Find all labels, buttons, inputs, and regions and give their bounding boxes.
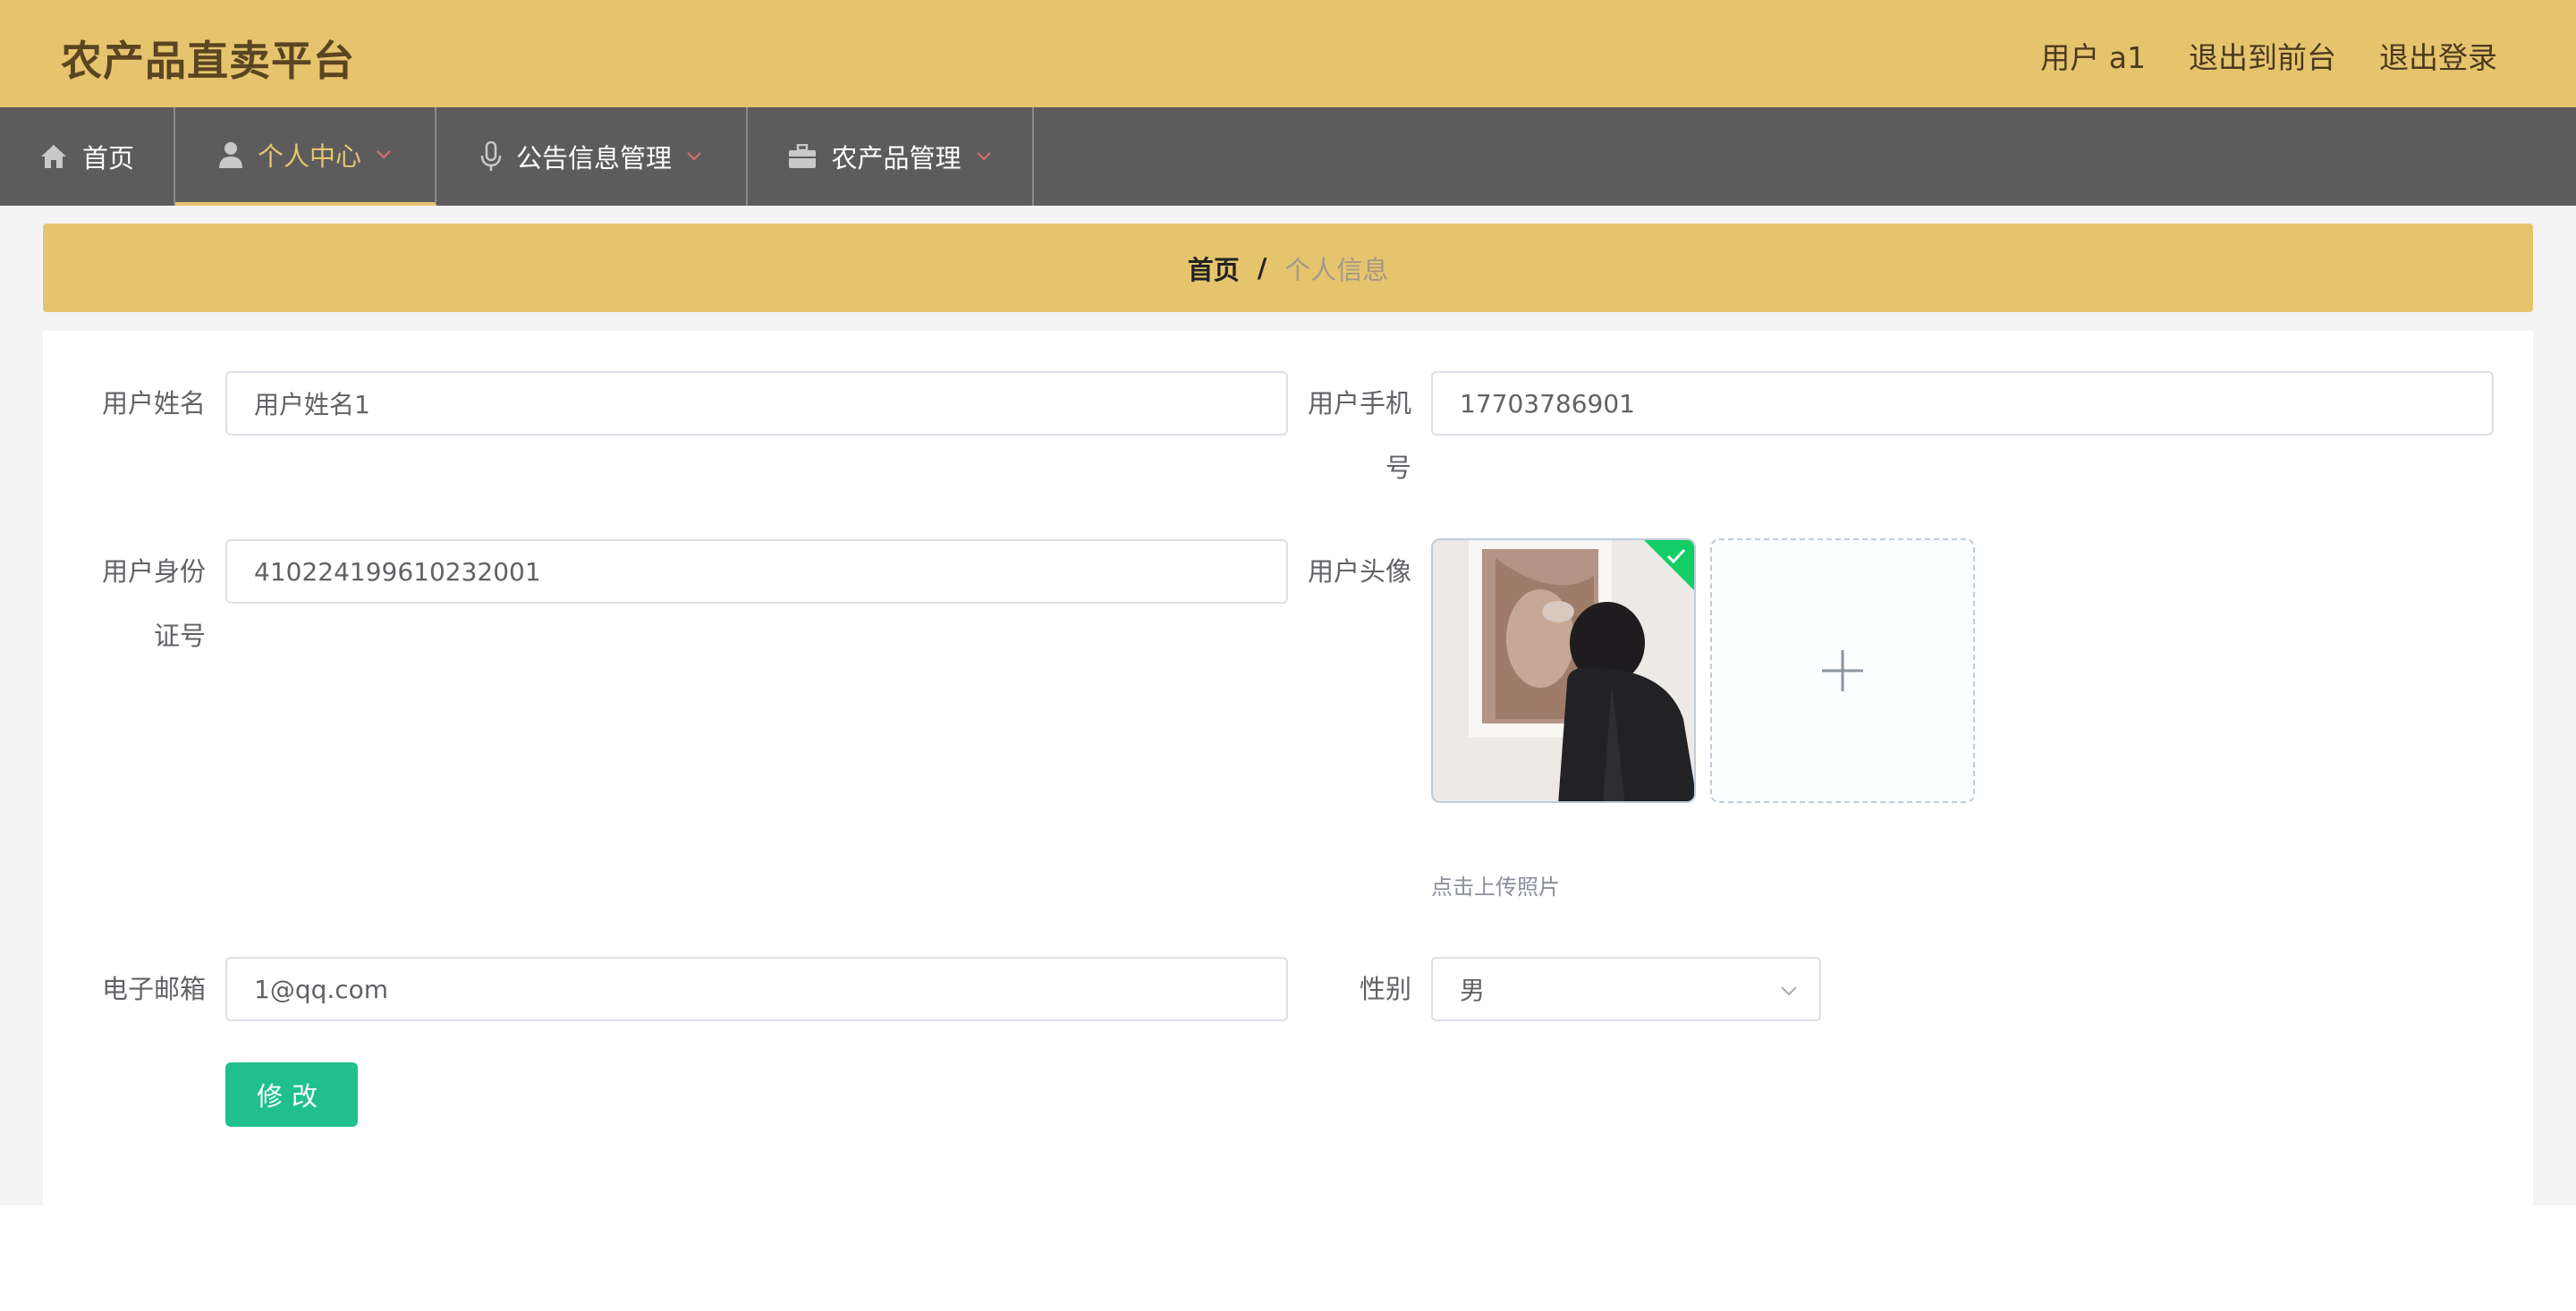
exit-to-front-link[interactable]: 退出到前台: [2189, 34, 2336, 77]
email-input[interactable]: 1@qq.com: [225, 957, 1288, 1021]
current-user-label[interactable]: 用户 a1: [2040, 34, 2146, 77]
submit-button[interactable]: 修改: [225, 1062, 358, 1127]
upload-tip: 点击上传照片: [1431, 875, 1560, 900]
id-card-label-line1: 用户身份: [101, 556, 206, 587]
nav-item-label: 个人中心: [257, 141, 361, 172]
nav-item-label: 首页: [81, 143, 134, 173]
top-header: 农产品直卖平台 用户 a1 退出到前台 退出登录: [0, 0, 2576, 107]
nav-item-product[interactable]: 农产品管理: [748, 107, 1034, 206]
breadcrumb-current: 个人信息: [1284, 254, 1389, 285]
chevron-down-icon: [376, 149, 392, 160]
nav-item-announcement[interactable]: 公告信息管理: [436, 107, 748, 206]
phone-input[interactable]: 17703786901: [1431, 371, 2494, 436]
chevron-down-icon: [686, 151, 702, 162]
avatar-photo: [1433, 540, 1694, 801]
plus-icon: [1822, 650, 1863, 691]
breadcrumb-home[interactable]: 首页: [1188, 250, 1240, 287]
nav-item-label: 农产品管理: [831, 143, 962, 173]
briefcase-icon: [788, 144, 817, 169]
chevron-down-icon: [976, 151, 992, 162]
logout-link[interactable]: 退出登录: [2379, 34, 2497, 77]
gender-select[interactable]: 男: [1431, 957, 1821, 1021]
nav-item-home[interactable]: 首页: [0, 107, 175, 206]
phone-label-line1: 用户手机: [1307, 388, 1411, 419]
phone-label-line2: 号: [1385, 453, 1411, 483]
check-icon: [1666, 548, 1686, 564]
user-icon: [218, 140, 243, 169]
header-links: 用户 a1 退出到前台 退出登录: [2040, 34, 2497, 77]
home-icon: [39, 143, 68, 170]
nav-item-label: 公告信息管理: [515, 143, 672, 173]
gender-select-value: 男: [1460, 976, 1486, 1005]
breadcrumb-separator: /: [1257, 252, 1267, 283]
chevron-down-icon: [1781, 986, 1797, 996]
name-input[interactable]: 用户姓名1: [225, 371, 1288, 436]
id-card-input[interactable]: 410224199610232001: [225, 539, 1288, 604]
brand-title: 农产品直卖平台: [61, 37, 355, 85]
email-label: 电子邮箱: [101, 974, 206, 1004]
avatar-thumbnail[interactable]: [1431, 538, 1696, 803]
name-label: 用户姓名: [101, 388, 206, 419]
avatar-label: 用户头像: [1307, 556, 1411, 587]
gender-label: 性别: [1359, 974, 1411, 1004]
breadcrumb: 首页 / 个人信息: [43, 224, 2533, 312]
id-card-label-line2: 证号: [153, 621, 206, 651]
avatar-upload-button[interactable]: [1710, 538, 1975, 803]
microphone-icon: [480, 141, 502, 172]
nav-item-personal-center[interactable]: 个人中心: [175, 107, 436, 206]
main-nav: 首页 个人中心 公告信息管理 农产品管理: [0, 107, 2576, 206]
